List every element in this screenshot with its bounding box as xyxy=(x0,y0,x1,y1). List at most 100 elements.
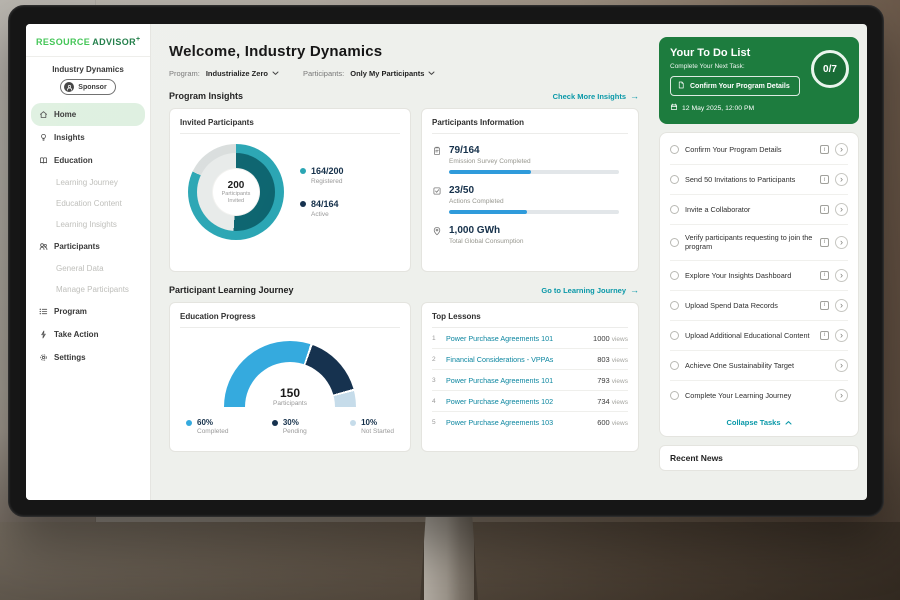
task-checkbox[interactable] xyxy=(670,331,679,340)
sidebar-item-program[interactable]: Program xyxy=(31,300,145,323)
sidebar-item-education-content[interactable]: Education Content xyxy=(26,193,150,214)
logo-plus: + xyxy=(136,36,141,43)
task-checkbox[interactable] xyxy=(670,301,679,310)
todo-tasks-card: Confirm Your Program Details i › Send 50… xyxy=(659,132,859,437)
sidebar-item-label: Settings xyxy=(54,353,86,362)
info-icon[interactable]: i xyxy=(820,271,829,280)
monitor-bezel: RESOURCEADVISOR+ Industry Dynamics Spons… xyxy=(8,5,884,517)
actions-progress-fill xyxy=(449,210,527,214)
settings-icon xyxy=(39,353,48,362)
sidebar-item-insights[interactable]: Insights xyxy=(31,126,145,149)
location-icon xyxy=(432,226,442,245)
lesson-row: 5 Power Purchase Agreements 103 600views xyxy=(432,412,628,432)
lesson-row: 2 Financial Considerations - VPPAs 803vi… xyxy=(432,349,628,370)
task-row-explore-insights[interactable]: Explore Your Insights Dashboard i › xyxy=(670,261,848,291)
survey-icon xyxy=(432,146,442,174)
task-row-confirm-program-details[interactable]: Confirm Your Program Details i › xyxy=(670,135,848,165)
sidebar-item-general-data[interactable]: General Data xyxy=(26,258,150,279)
task-checkbox[interactable] xyxy=(670,205,679,214)
next-task-pill[interactable]: Confirm Your Program Details xyxy=(670,76,800,96)
sidebar-item-home[interactable]: Home xyxy=(31,103,145,126)
info-icon[interactable]: i xyxy=(820,301,829,310)
chevron-right-icon[interactable]: › xyxy=(835,359,848,372)
task-checkbox[interactable] xyxy=(670,361,679,370)
task-checkbox[interactable] xyxy=(670,391,679,400)
task-row-send-invitations[interactable]: Send 50 Invitations to Participants i › xyxy=(670,165,848,195)
task-checkbox[interactable] xyxy=(670,175,679,184)
sidebar-item-label: Program xyxy=(54,307,87,316)
program-select[interactable]: Industrialize Zero xyxy=(206,69,279,78)
todo-subtitle: Complete Your Next Task: xyxy=(670,63,848,70)
app-logo: RESOURCEADVISOR+ xyxy=(26,24,150,57)
lesson-row: 4 Power Purchase Agreements 102 734views xyxy=(432,391,628,412)
education-icon xyxy=(39,156,48,165)
chevron-right-icon[interactable]: › xyxy=(835,173,848,186)
info-icon[interactable]: i xyxy=(820,175,829,184)
legend-active: 84/164 Active xyxy=(300,199,344,218)
home-icon xyxy=(39,110,48,119)
main-content: Welcome, Industry Dynamics Program: Indu… xyxy=(151,24,649,500)
sidebar-item-settings[interactable]: Settings xyxy=(31,346,145,369)
card-title: Participants Information xyxy=(432,118,628,134)
section-title-learning-journey: Participant Learning Journey xyxy=(169,285,294,295)
lesson-link[interactable]: Power Purchase Agreements 101 xyxy=(446,376,591,385)
sidebar-item-manage-participants[interactable]: Manage Participants xyxy=(26,279,150,300)
info-icon[interactable]: i xyxy=(820,205,829,214)
actions-progress-track xyxy=(449,210,619,214)
lesson-link[interactable]: Financial Considerations - VPPAs xyxy=(446,355,591,364)
info-icon[interactable]: i xyxy=(820,145,829,154)
sidebar-item-learning-journey[interactable]: Learning Journey xyxy=(26,172,150,193)
arrow-right-icon: → xyxy=(630,285,639,295)
chevron-right-icon[interactable]: › xyxy=(835,329,848,342)
task-checkbox[interactable] xyxy=(670,271,679,280)
legend-dot xyxy=(300,168,306,174)
chevron-right-icon[interactable]: › xyxy=(835,389,848,402)
info-icon[interactable]: i xyxy=(820,331,829,340)
legend-pending: 30% Pending xyxy=(272,418,307,435)
sidebar-item-learning-insights[interactable]: Learning Insights xyxy=(26,214,150,235)
task-checkbox[interactable] xyxy=(670,145,679,154)
education-progress-card: Education Progress 150 Participants xyxy=(169,302,411,452)
stat-emission-survey: 79/164 Emission Survey Completed xyxy=(432,145,628,174)
todo-summary-card: Your To Do List 0/7 Complete Your Next T… xyxy=(659,37,859,124)
participants-information-card: Participants Information 79/164 Emission… xyxy=(421,108,639,272)
task-row-complete-learning-journey[interactable]: Complete Your Learning Journey i › xyxy=(670,381,848,410)
emission-progress-track xyxy=(449,170,619,174)
todo-panel: Your To Do List 0/7 Complete Your Next T… xyxy=(649,24,867,500)
education-gauge-legend: 60% Completed 30% Pending 10% Not Starte… xyxy=(180,418,400,435)
stat-global-consumption: 1,000 GWh Total Global Consumption xyxy=(432,225,628,245)
task-row-verify-participants[interactable]: Verify participants requesting to join t… xyxy=(670,225,848,261)
legend-dot xyxy=(350,420,356,426)
next-task-due: 12 May 2025, 12:00 PM xyxy=(670,103,848,113)
sidebar-item-participants[interactable]: Participants xyxy=(31,235,145,258)
lesson-link[interactable]: Power Purchase Agreements 103 xyxy=(446,418,591,427)
task-row-upload-spend-data[interactable]: Upload Spend Data Records i › xyxy=(670,291,848,321)
go-to-learning-journey-link[interactable]: Go to Learning Journey→ xyxy=(541,285,639,295)
chevron-right-icon[interactable]: › xyxy=(835,203,848,216)
task-checkbox[interactable] xyxy=(670,238,679,247)
info-icon[interactable]: i xyxy=(820,238,829,247)
sidebar-item-take-action[interactable]: Take Action xyxy=(31,323,145,346)
sidebar-item-label: Take Action xyxy=(54,330,98,339)
chevron-right-icon[interactable]: › xyxy=(835,236,848,249)
program-icon xyxy=(39,307,48,316)
chevron-right-icon[interactable]: › xyxy=(835,143,848,156)
task-row-upload-educational-content[interactable]: Upload Additional Educational Content i … xyxy=(670,321,848,351)
chevron-right-icon[interactable]: › xyxy=(835,269,848,282)
legend-completed: 60% Completed xyxy=(186,418,228,435)
section-title-program-insights: Program Insights xyxy=(169,91,243,101)
top-lessons-card: Top Lessons 1 Power Purchase Agreements … xyxy=(421,302,639,452)
lesson-link[interactable]: Power Purchase Agreements 102 xyxy=(446,397,591,406)
sidebar-item-label: Insights xyxy=(54,133,85,142)
sidebar-item-education[interactable]: Education xyxy=(31,149,145,172)
participants-select[interactable]: Only My Participants xyxy=(350,69,435,78)
chevron-right-icon[interactable]: › xyxy=(835,299,848,312)
collapse-tasks-link[interactable]: Collapse Tasks xyxy=(670,410,848,434)
check-more-insights-link[interactable]: Check More Insights→ xyxy=(553,91,639,101)
card-title: Education Progress xyxy=(180,312,400,328)
task-row-invite-collaborator[interactable]: Invite a Collaborator i › xyxy=(670,195,848,225)
task-row-achieve-sustainability-target[interactable]: Achieve One Sustainability Target i › xyxy=(670,351,848,381)
logo-resource: RESOURCE xyxy=(36,37,90,47)
lesson-link[interactable]: Power Purchase Agreements 101 xyxy=(446,334,587,343)
legend-dot xyxy=(272,420,278,426)
